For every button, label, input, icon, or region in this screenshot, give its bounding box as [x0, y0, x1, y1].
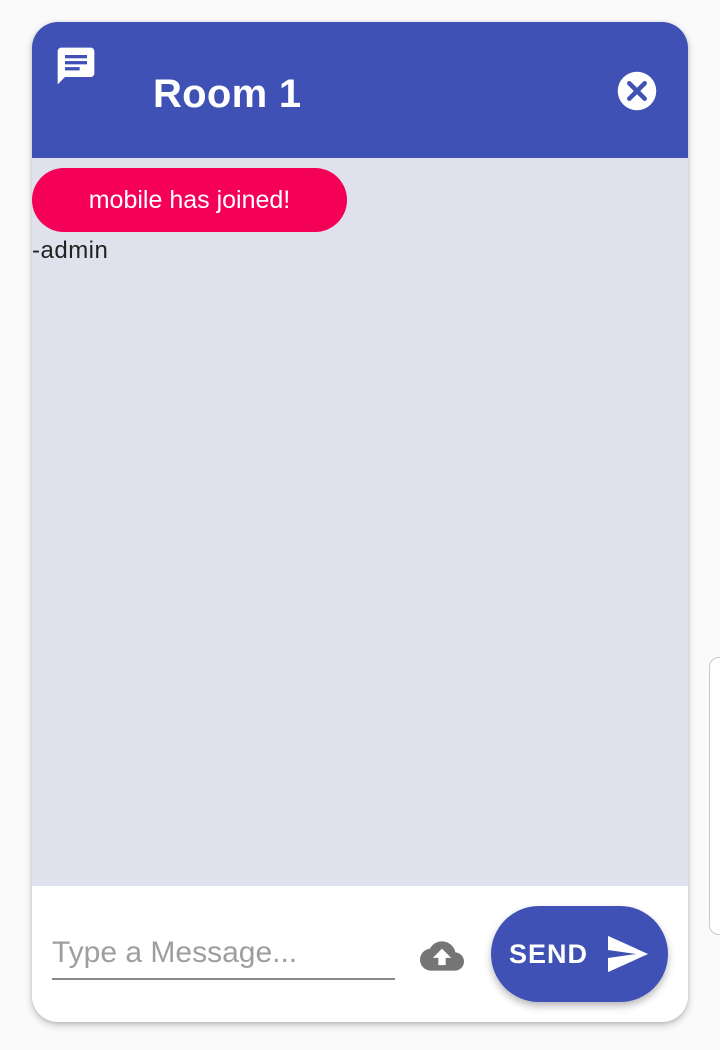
send-button[interactable]: SEND	[491, 906, 668, 1002]
chat-header: Room 1	[32, 22, 688, 158]
cloud-upload-icon[interactable]	[416, 934, 468, 978]
chat-window: Room 1 mobile has joined! -admin SEND	[32, 22, 688, 1022]
message-author: -admin	[32, 237, 109, 264]
send-label: SEND	[509, 939, 589, 969]
side-panel-edge[interactable]	[709, 657, 720, 935]
message-composer: SEND	[32, 886, 688, 1022]
send-icon	[608, 935, 648, 973]
messages-area[interactable]: mobile has joined! -admin	[32, 158, 688, 886]
message-bubble: mobile has joined!	[32, 168, 347, 232]
chat-bubble-icon	[57, 47, 95, 85]
message-input[interactable]	[52, 928, 395, 980]
close-icon[interactable]	[616, 70, 658, 112]
room-title: Room 1	[153, 72, 302, 116]
